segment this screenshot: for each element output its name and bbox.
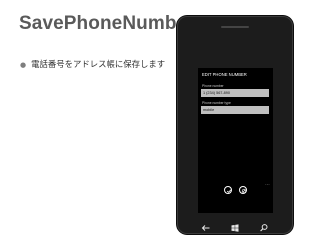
back-button[interactable] [200,220,212,231]
back-arrow-icon [201,225,210,231]
phone-number-type-select[interactable]: mobile [201,106,269,114]
app-bar-more-button[interactable]: ... [265,181,270,186]
phone-number-type-label: Phone number type [202,101,231,105]
bullet-item: ● 電話番号をアドレス帳に保存します [20,58,165,70]
search-button[interactable] [258,220,270,232]
phone-number-label: Phone number [202,84,224,88]
phone-device: EDIT PHONE NUMBER Phone number 1 (234) 5… [177,16,293,234]
check-icon [226,189,232,193]
phone-earpiece [221,26,249,28]
start-button[interactable] [229,220,241,232]
bullet-text: 電話番号をアドレス帳に保存します [31,59,166,69]
phone-screen: EDIT PHONE NUMBER Phone number 1 (234) 5… [198,68,273,213]
cancel-button[interactable] [239,186,247,194]
search-icon [260,224,268,232]
windows-logo-icon [231,224,239,232]
save-button[interactable] [224,186,232,194]
bullet-dot-icon: ● [20,61,27,69]
cancel-icon [241,188,247,194]
phone-number-input[interactable]: 1 (234) 567-890 [201,89,269,97]
page-title: EDIT PHONE NUMBER [202,72,247,77]
